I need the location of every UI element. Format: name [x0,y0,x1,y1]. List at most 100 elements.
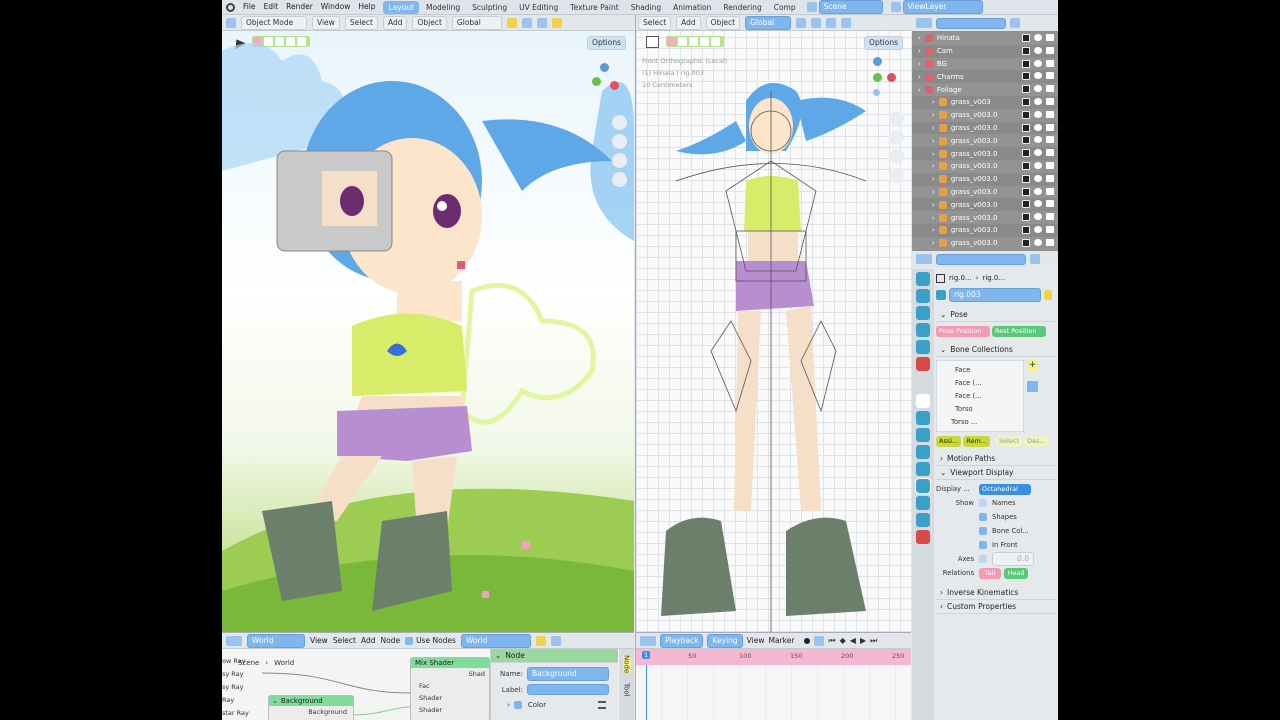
gizmo-x-axis-icon[interactable] [887,73,896,82]
workspace-tab-compositing[interactable]: Comp [769,1,801,14]
timeline-track-area[interactable] [636,665,911,720]
play-reverse-icon[interactable]: ◀ [850,636,856,645]
gizmo-z-axis-icon[interactable] [600,63,609,72]
blender-logo-icon[interactable] [226,2,235,12]
select-button[interactable]: Select [996,436,1023,447]
bone-collection-item[interactable]: Face (... [941,377,1019,390]
breadcrumb-data[interactable]: rig.0... [982,274,1005,282]
outliner-row[interactable]: › grass_v003.0 [912,134,1058,148]
visibility-eye-icon[interactable] [1034,46,1042,54]
view-layer-selector[interactable]: ViewLayer [902,0,983,14]
filter-icon[interactable] [1010,18,1020,28]
viewport-front-ortho[interactable]: Select Add Object Global Options Front O… [635,15,911,632]
shader-node-editor[interactable]: World View Select Add Node Use Nodes Wor… [222,632,634,720]
render-camera-icon[interactable] [1046,238,1054,246]
visibility-eye-icon[interactable] [1034,97,1042,105]
custom-properties-panel-header[interactable]: › Custom Properties [936,600,1056,614]
gizmo-x-axis-icon[interactable] [610,81,619,90]
render-camera-icon[interactable] [1046,161,1054,169]
outliner-row[interactable]: › Hinata [912,32,1058,45]
exclude-checkbox-icon[interactable] [1022,238,1030,247]
bone-collections-list[interactable]: Face Face (... Face (... Torso Torso ... [936,360,1024,432]
world-tab-icon[interactable] [916,357,930,371]
expand-arrow-icon[interactable]: › [932,124,935,132]
display-mode-icon[interactable] [916,18,932,28]
menu-view[interactable]: View [312,15,340,30]
tool-tab-icon[interactable] [916,272,930,286]
outliner-row[interactable]: › grass_v003.0 [912,185,1058,199]
render-tab-icon[interactable] [916,289,930,303]
exclude-checkbox-icon[interactable] [1022,225,1030,234]
expand-arrow-icon[interactable]: › [932,137,935,145]
exclude-checkbox-icon[interactable] [1022,213,1030,222]
gizmo-y-axis-icon[interactable] [873,73,882,82]
bone-collection-item[interactable]: Face [941,364,1019,377]
navigation-gizmo[interactable] [592,63,622,103]
chevron-down-icon[interactable]: ⌄ [272,697,278,705]
expand-arrow-icon[interactable]: › [918,34,921,42]
relation-tail-button[interactable]: Tail [979,567,1001,579]
exclude-checkbox-icon[interactable] [1022,110,1030,119]
expand-arrow-icon[interactable]: › [932,214,935,222]
visibility-eye-icon[interactable] [1034,161,1042,169]
background-node[interactable]: ⌄ Background Background [268,695,354,720]
expand-arrow-icon[interactable]: › [932,226,935,234]
outliner-row[interactable]: › grass_v003.0 [912,172,1058,186]
deselect-button[interactable]: Des... [1024,436,1049,447]
armature-data-tab-icon[interactable] [915,478,931,494]
bone-collections-panel-header[interactable]: ⌄ Bone Collections [936,343,1056,357]
motion-paths-panel-header[interactable]: › Motion Paths [936,452,1056,466]
render-camera-icon[interactable] [1046,123,1054,131]
chevron-right-icon[interactable]: › [507,701,510,709]
menu-select[interactable]: Select [344,15,378,30]
scene-tab-icon[interactable] [916,340,930,354]
timeline-editor[interactable]: Playback Keying View Marker ⏮ ◆ ◀ ▶ ⏭ 1 … [635,632,911,720]
record-icon[interactable] [804,637,811,644]
visibility-eye-icon[interactable] [1034,59,1042,67]
pin-icon[interactable] [1030,254,1040,264]
pivot-icon[interactable] [506,17,517,28]
render-camera-icon[interactable] [1046,110,1054,118]
viewport-camera[interactable]: Object Mode View Select Add Object Globa… [222,15,634,632]
overlay-icon[interactable] [826,17,837,28]
visibility-eye-icon[interactable] [1034,200,1042,208]
mix-shader-node[interactable]: Mix Shader Shad Fac Shader Shader [410,657,490,720]
render-camera-icon[interactable] [1046,59,1054,67]
breadcrumb-object[interactable]: rig.0... [949,274,972,282]
outliner-row[interactable]: › grass_v003.0 [912,121,1058,135]
expand-arrow-icon[interactable]: › [932,239,935,247]
jump-end-icon[interactable]: ⏭ [870,636,877,646]
add-collection-button[interactable]: + [1027,360,1038,371]
menu-add[interactable]: Add [382,15,408,30]
menu-edit[interactable]: Edit [264,2,279,12]
ortho-toggle-icon[interactable] [612,172,627,187]
shading-icon[interactable] [841,17,852,28]
render-camera-icon[interactable] [1046,187,1054,195]
viewport-nav-buttons[interactable] [612,115,628,187]
visibility-eye-icon[interactable] [1034,149,1042,157]
physics-tab-icon[interactable] [916,445,930,459]
exclude-checkbox-icon[interactable] [1022,200,1030,209]
workspace-tab-animation[interactable]: Animation [668,1,716,14]
visibility-eye-icon[interactable] [1034,187,1042,195]
visibility-eye-icon[interactable] [1034,85,1042,93]
properties-search[interactable] [936,253,1026,265]
menu-window[interactable]: Window [321,2,351,12]
list-icon[interactable] [598,701,607,709]
workspace-tab-rendering[interactable]: Rendering [718,1,766,14]
menu-view[interactable]: View [747,636,765,646]
menu-add[interactable]: Add [676,15,701,30]
render-camera-icon[interactable] [1046,174,1054,182]
expand-arrow-icon[interactable]: › [932,111,935,119]
node-name-field[interactable]: Background [527,667,609,681]
editor-type-icon[interactable] [226,17,236,28]
workspace-tab-texture-paint[interactable]: Texture Paint [565,1,623,14]
inverse-kinematics-panel-header[interactable]: › Inverse Kinematics [936,586,1056,600]
names-checkbox[interactable] [979,499,987,507]
outliner-row[interactable]: › grass_v003.0 [912,147,1058,160]
ortho-toggle-icon[interactable] [889,168,904,183]
visibility-eye-icon[interactable] [1034,213,1042,221]
menu-help[interactable]: Help [358,2,375,12]
viewport-display-panel-header[interactable]: ⌄ Viewport Display [936,466,1056,480]
zoom-icon[interactable] [889,111,904,126]
